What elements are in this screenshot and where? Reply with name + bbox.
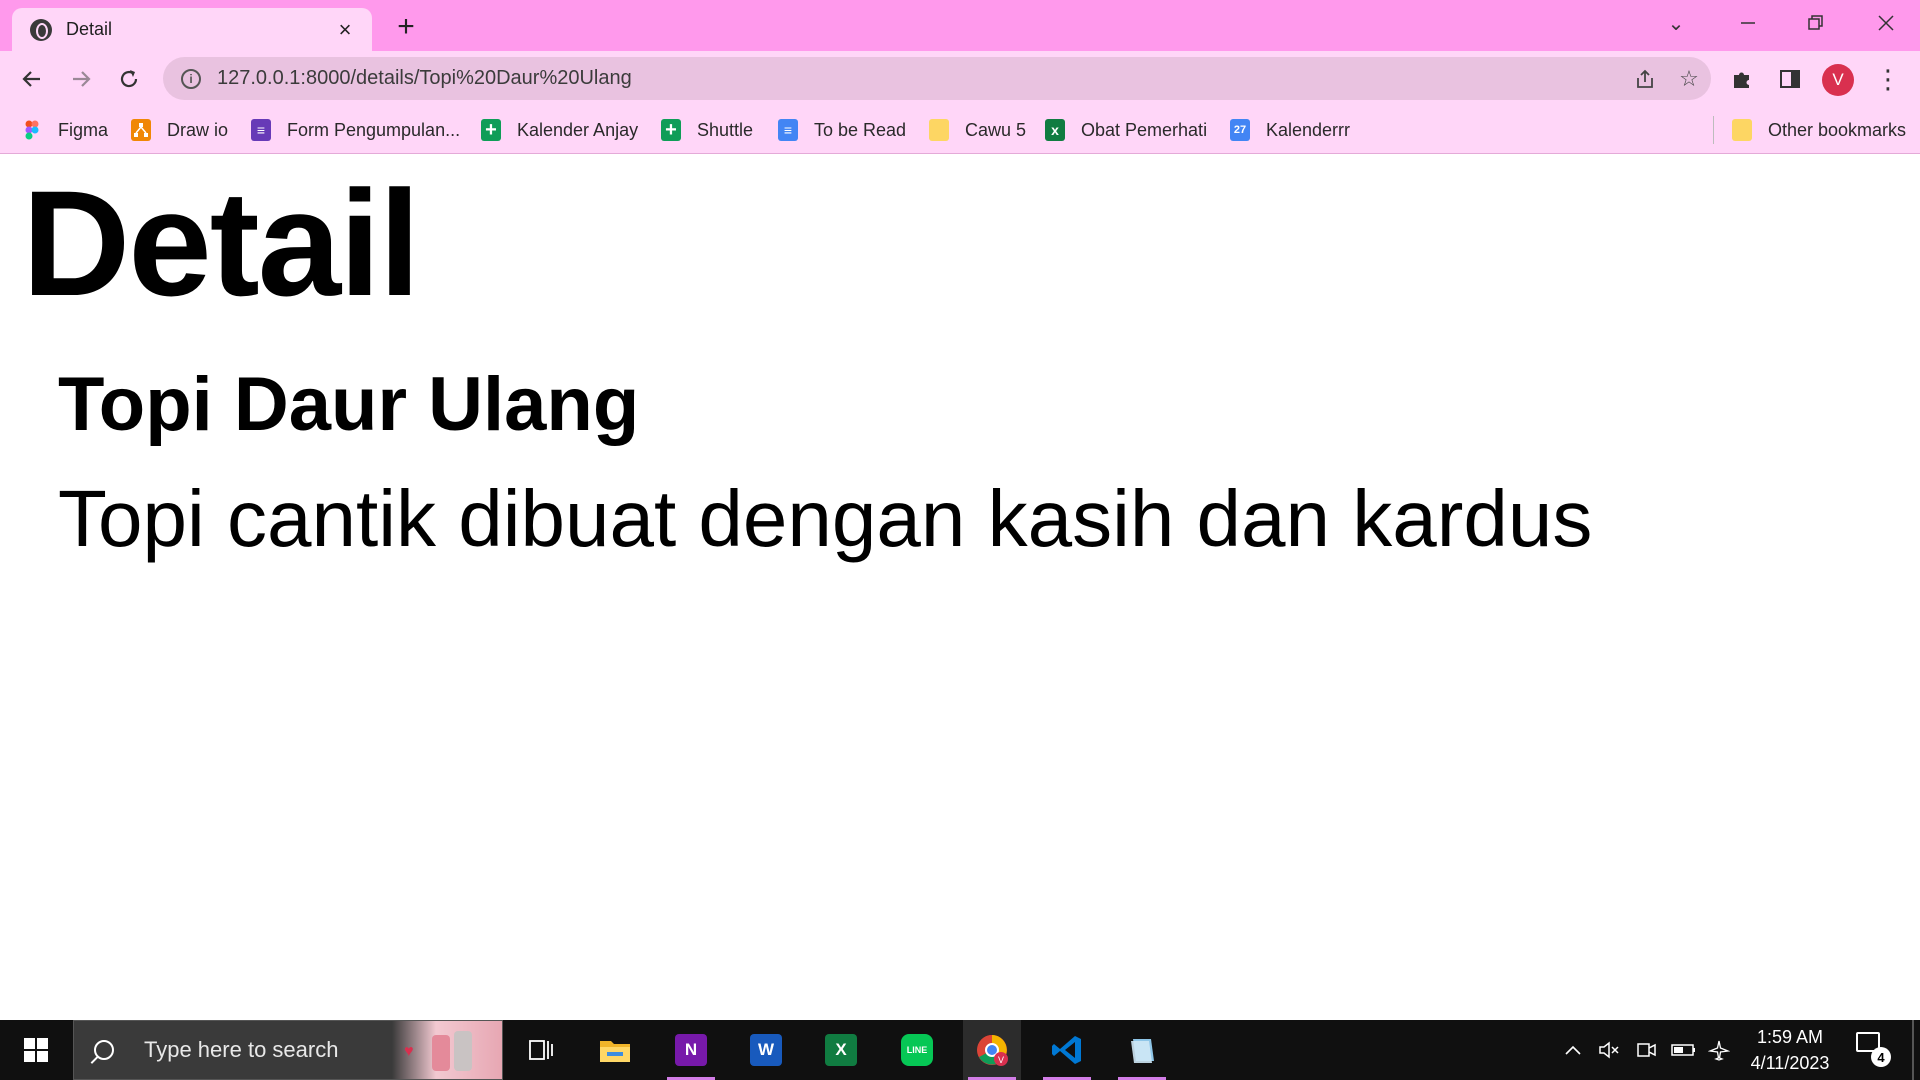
site-info-icon[interactable]: i bbox=[181, 68, 201, 89]
figma-icon bbox=[22, 119, 42, 141]
task-view-icon[interactable] bbox=[511, 1020, 569, 1080]
notification-count: 4 bbox=[1871, 1047, 1891, 1067]
bookmark-label: Other bookmarks bbox=[1768, 119, 1907, 140]
minimize-icon bbox=[1741, 22, 1755, 24]
bookmark-label: Cawu 5 bbox=[965, 119, 1027, 140]
excel-icon[interactable]: X bbox=[812, 1020, 870, 1080]
bookmarks-divider bbox=[1713, 116, 1714, 144]
bookmark-cawu-5[interactable]: Cawu 5 bbox=[929, 106, 1026, 154]
screen: Detail × + ⌄ i 127.0.0.1:8000/details/To… bbox=[0, 0, 1920, 1080]
bookmark-figma[interactable]: Figma bbox=[22, 106, 108, 154]
forms-icon: ≡ bbox=[251, 119, 271, 141]
product-name: Topi Daur Ulang bbox=[58, 362, 640, 447]
back-button[interactable] bbox=[14, 61, 50, 97]
bookmark-label: Draw io bbox=[167, 119, 229, 140]
bookmark-label: Obat Pemerhati bbox=[1081, 119, 1208, 140]
system-clock[interactable]: 1:59 AM 4/11/2023 bbox=[1735, 1024, 1845, 1076]
svg-text:V: V bbox=[998, 1055, 1004, 1065]
bookmark-kalender-anjay[interactable]: + Kalender Anjay bbox=[481, 106, 638, 154]
tab-title: Detail bbox=[66, 19, 113, 39]
line-icon[interactable]: LINE bbox=[888, 1020, 946, 1080]
puzzle-icon[interactable] bbox=[1724, 61, 1760, 97]
tab-strip: Detail × + ⌄ bbox=[0, 0, 1920, 51]
bookmark-kalenderrr[interactable]: 27 Kalenderrr bbox=[1230, 106, 1350, 154]
tab-close-icon[interactable]: × bbox=[332, 17, 358, 43]
menu-icon[interactable]: ⋮ bbox=[1870, 61, 1906, 97]
bookmark-label: Kalenderrr bbox=[1266, 119, 1351, 140]
browser-toolbar: i 127.0.0.1:8000/details/Topi%20Daur%20U… bbox=[0, 51, 1920, 106]
excel-icon: x bbox=[1045, 119, 1065, 141]
show-desktop-button[interactable] bbox=[1912, 1020, 1914, 1080]
clock-time: 1:59 AM bbox=[1756, 1027, 1824, 1047]
calendar-icon: 27 bbox=[1230, 119, 1250, 141]
sheets-icon: + bbox=[661, 119, 681, 141]
taskbar-search[interactable]: Type here to search ♥ bbox=[73, 1020, 503, 1080]
bookmark-label: Form Pengumpulan... bbox=[287, 119, 461, 140]
start-button[interactable] bbox=[0, 1020, 72, 1080]
restore-button[interactable] bbox=[1794, 6, 1838, 40]
chrome-icon[interactable]: V bbox=[963, 1020, 1021, 1080]
page-title: Detail bbox=[22, 159, 420, 327]
page-content: Detail Topi Daur Ulang Topi cantik dibua… bbox=[0, 155, 1920, 1020]
bookmark-obat-pemerhati[interactable]: x Obat Pemerhati bbox=[1045, 106, 1207, 154]
bookmark-label: Figma bbox=[58, 119, 109, 140]
taskbar: Type here to search ♥ N W X LINE V 1:59 … bbox=[0, 1020, 1920, 1080]
minimize-button[interactable] bbox=[1726, 6, 1770, 40]
tab-search-button[interactable]: ⌄ bbox=[1654, 6, 1698, 40]
reload-icon bbox=[120, 70, 138, 88]
file-explorer-icon[interactable] bbox=[586, 1020, 644, 1080]
close-icon bbox=[1878, 15, 1894, 31]
bookmark-label: To be Read bbox=[814, 119, 907, 140]
notes-app-icon[interactable] bbox=[1113, 1020, 1171, 1080]
bookmark-label: Shuttle bbox=[697, 119, 754, 140]
restore-icon bbox=[1808, 15, 1823, 30]
url-text[interactable]: 127.0.0.1:8000/details/Topi%20Daur%20Ula… bbox=[217, 67, 1623, 90]
bookmark-star-icon[interactable]: ☆ bbox=[1667, 57, 1711, 100]
docs-icon: ≡ bbox=[778, 119, 798, 141]
browser-tab[interactable]: Detail × bbox=[12, 8, 372, 51]
tray-chevron-icon[interactable] bbox=[1558, 1020, 1588, 1080]
search-placeholder: Type here to search bbox=[144, 1037, 339, 1062]
meet-now-icon[interactable] bbox=[1631, 1020, 1661, 1080]
arrow-left-icon bbox=[22, 71, 40, 87]
bookmark-to-be-read[interactable]: ≡ To be Read bbox=[778, 106, 906, 154]
windows-icon bbox=[24, 1038, 48, 1062]
bookmark-label: Kalender Anjay bbox=[517, 119, 639, 140]
bookmark-form-pengumpulan[interactable]: ≡ Form Pengumpulan... bbox=[251, 106, 460, 154]
side-panel-icon[interactable] bbox=[1772, 61, 1808, 97]
vscode-icon[interactable] bbox=[1038, 1020, 1096, 1080]
clock-date: 4/11/2023 bbox=[1750, 1053, 1830, 1073]
airplane-mode-icon[interactable] bbox=[1704, 1020, 1734, 1080]
sheets-icon: + bbox=[481, 119, 501, 141]
bookmarks-bar: Figma Draw io ≡ Form Pengumpulan... + Ka… bbox=[0, 106, 1920, 154]
battery-icon[interactable] bbox=[1667, 1020, 1701, 1080]
globe-icon bbox=[30, 18, 52, 41]
reload-button[interactable] bbox=[111, 61, 147, 97]
share-icon[interactable] bbox=[1623, 57, 1667, 100]
other-bookmarks-folder[interactable]: Other bookmarks bbox=[1732, 106, 1906, 154]
profile-avatar[interactable]: V bbox=[1822, 64, 1854, 96]
folder-icon bbox=[929, 119, 949, 141]
folder-icon bbox=[1732, 119, 1752, 141]
bookmark-shuttle[interactable]: + Shuttle bbox=[661, 106, 753, 154]
product-description: Topi cantik dibuat dengan kasih dan kard… bbox=[58, 474, 1593, 563]
forward-button[interactable] bbox=[63, 61, 99, 97]
address-bar[interactable]: i 127.0.0.1:8000/details/Topi%20Daur%20U… bbox=[163, 57, 1711, 100]
volume-muted-icon[interactable] bbox=[1594, 1020, 1624, 1080]
close-window-button[interactable] bbox=[1864, 6, 1908, 40]
onenote-icon[interactable]: N bbox=[662, 1020, 720, 1080]
bookmark-drawio[interactable]: Draw io bbox=[131, 106, 228, 154]
search-highlight-image: ♥ bbox=[392, 1021, 502, 1079]
search-icon bbox=[94, 1040, 114, 1060]
new-tab-button[interactable]: + bbox=[390, 10, 422, 43]
word-icon[interactable]: W bbox=[737, 1020, 795, 1080]
arrow-right-icon bbox=[73, 71, 91, 87]
notification-center-icon[interactable]: 4 bbox=[1856, 1032, 1891, 1067]
drawio-icon bbox=[131, 119, 151, 141]
